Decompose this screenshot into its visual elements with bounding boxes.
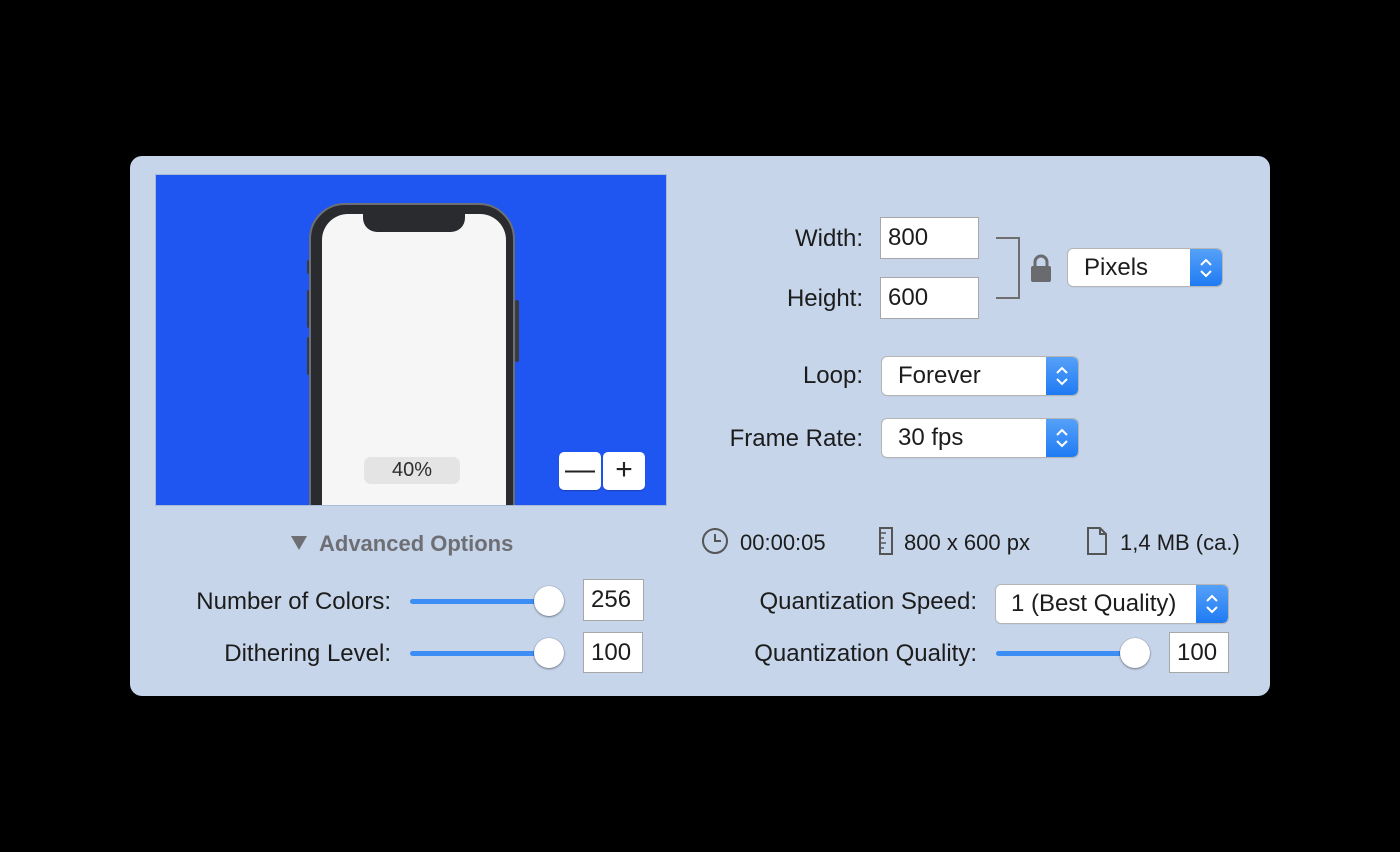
clock-icon [701,527,729,560]
height-input[interactable] [880,277,979,319]
slider-knob[interactable] [1120,638,1150,668]
file-icon [1086,527,1108,560]
quant-quality-value-input[interactable] [1169,632,1229,673]
lock-icon[interactable] [1030,253,1052,283]
height-label: Height: [786,285,863,312]
slider-track [410,599,548,604]
gif-preview: 40% — + [156,175,666,505]
dithering-value-input[interactable] [583,632,643,673]
phone-notch [363,214,465,232]
chevron-updown-icon [1046,357,1078,395]
zoom-in-button[interactable]: + [603,452,645,490]
zoom-level-label: 40% [364,457,460,484]
colors-label: Number of Colors: [196,588,391,615]
duration-text: 00:00:05 [740,530,826,555]
disclosure-triangle-icon[interactable] [290,535,308,556]
frame-rate-select-value: 30 fps [898,424,964,451]
slider-knob[interactable] [534,638,564,668]
frame-rate-select[interactable]: 30 fps [882,419,1078,457]
quant-quality-label: Quantization Quality: [754,640,977,667]
chevron-updown-icon [1046,419,1078,457]
slider-track [410,651,548,656]
colors-slider[interactable] [410,586,564,616]
unit-select-value: Pixels [1084,254,1149,281]
quant-quality-slider[interactable] [996,638,1150,668]
loop-select-value: Forever [898,362,981,389]
quant-speed-select[interactable]: 1 (Best Quality) [996,585,1228,623]
width-input[interactable] [880,217,979,259]
colors-value-input[interactable] [583,579,644,621]
advanced-options-toggle[interactable]: Advanced Options [319,531,513,557]
width-label: Width: [794,225,863,252]
dithering-slider[interactable] [410,638,564,668]
chevron-updown-icon [1190,249,1222,286]
loop-select[interactable]: Forever [882,357,1078,395]
ruler-icon [878,527,894,560]
frame-rate-label: Frame Rate: [729,425,863,452]
zoom-out-button[interactable]: — [559,452,601,490]
phone-side-button [515,300,519,362]
slider-knob[interactable] [534,586,564,616]
file-size-text: 1,4 MB (ca.) [1120,530,1240,555]
dimensions-text: 800 x 600 px [904,530,1030,555]
unit-select[interactable]: Pixels [1068,249,1222,286]
slider-track [996,651,1136,656]
chevron-updown-icon [1196,585,1228,623]
dithering-label: Dithering Level: [224,640,391,667]
quant-speed-select-value: 1 (Best Quality) [1011,590,1177,617]
aspect-link-bracket [996,237,1020,299]
loop-label: Loop: [802,362,863,389]
quant-speed-label: Quantization Speed: [759,588,978,615]
